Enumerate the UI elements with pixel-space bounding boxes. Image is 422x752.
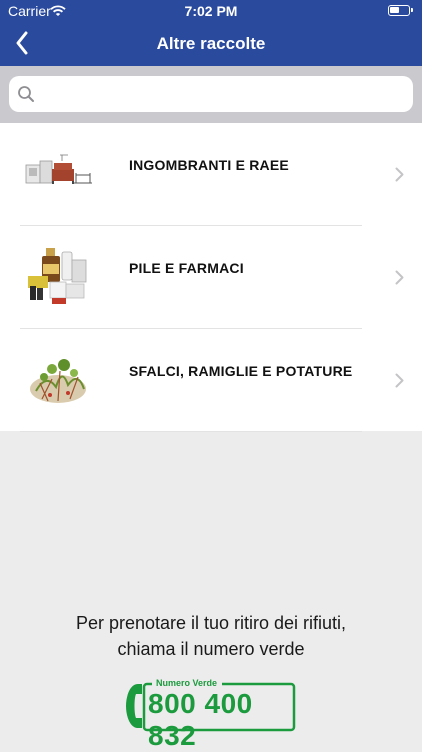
header: Carrier 7:02 PM Altre raccolte — [0, 0, 422, 66]
search-field[interactable] — [9, 76, 413, 114]
list-item-label: INGOMBRANTI E RAEE — [129, 157, 289, 173]
footer-line-2: chiama il numero verde — [117, 639, 305, 659]
furniture-appliances-image — [25, 154, 92, 184]
search-icon — [17, 85, 35, 108]
list-item-pile-farmaci[interactable]: PILE E FARMACI — [0, 226, 422, 329]
list-item-ingombranti[interactable]: INGOMBRANTI E RAEE — [0, 123, 422, 226]
numero-verde-button[interactable]: Numero Verde 800 400 832 — [126, 676, 296, 751]
numero-verde-number: 800 400 832 — [148, 688, 253, 751]
batteries-medicines-image — [28, 248, 87, 304]
search-input[interactable] — [41, 76, 405, 114]
list-item-label: PILE E FARMACI — [129, 260, 244, 276]
numero-verde-label: Numero Verde — [156, 678, 218, 688]
footer-message: Per prenotare il tuo ritiro dei rifiuti,… — [0, 610, 422, 662]
list-item-sfalci[interactable]: SFALCI, RAMIGLIE E POTATURE — [0, 329, 422, 432]
chevron-right-icon — [395, 167, 404, 182]
phone-handset-icon — [126, 684, 142, 728]
battery-icon — [388, 5, 413, 16]
nav-bar: Altre raccolte — [0, 22, 422, 66]
grass-clippings-image — [30, 359, 86, 403]
chevron-right-icon — [395, 270, 404, 285]
page-title: Altre raccolte — [156, 34, 266, 53]
footer-line-1: Per prenotare il tuo ritiro dei rifiuti, — [75, 613, 347, 633]
list-item-label: SFALCI, RAMIGLIE E POTATURE — [129, 363, 353, 379]
search-bar — [0, 66, 422, 123]
status-time: 7:02 PM — [184, 3, 238, 19]
status-bar: Carrier 7:02 PM — [0, 0, 422, 22]
chevron-right-icon — [395, 373, 404, 388]
collection-list: INGOMBRANTI E RAEE PILE E FARMACI SFALCI… — [0, 123, 422, 432]
